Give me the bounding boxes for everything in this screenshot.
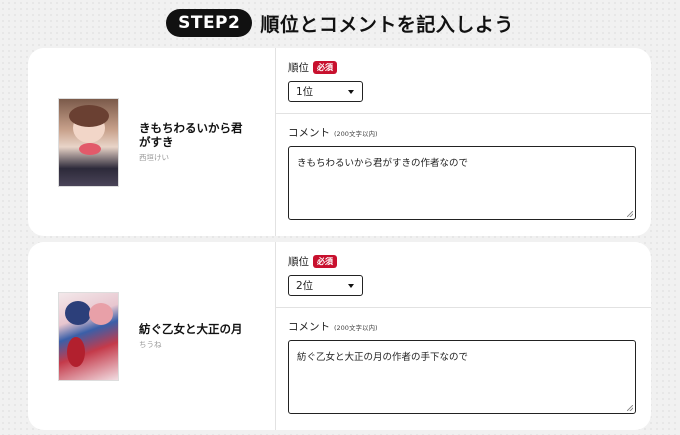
step-badge: STEP2 [166, 9, 253, 37]
step-title: 順位とコメントを記入しよう [260, 13, 514, 36]
ranking-form: 順位 必須 1位 コメント (200文字以内) きもちわるいから君がすきの作者な… [276, 48, 651, 236]
comment-section: コメント (200文字以内) 紡ぐ乙女と大正の月の作者の手下なので [276, 308, 651, 414]
rank-select[interactable]: 1位 [288, 81, 363, 102]
required-badge: 必須 [313, 61, 337, 74]
dropdown-caret-icon [348, 89, 354, 94]
rank-select-value: 2位 [296, 280, 314, 292]
comment-label: コメント [288, 321, 330, 333]
rank-section: 順位 必須 2位 [276, 242, 651, 308]
rank-select[interactable]: 2位 [288, 275, 363, 296]
comment-limit-note: (200文字以内) [334, 129, 378, 138]
required-badge: 必須 [313, 255, 337, 268]
comment-textarea[interactable]: 紡ぐ乙女と大正の月の作者の手下なので [288, 340, 636, 414]
comment-label: コメント [288, 127, 330, 139]
rank-select-value: 1位 [296, 86, 314, 98]
ranking-form: 順位 必須 2位 コメント (200文字以内) 紡ぐ乙女と大正の月の作者の手下な… [276, 242, 651, 430]
book-cover-image [58, 291, 119, 381]
book-title: 紡ぐ乙女と大正の月 [139, 322, 243, 336]
comment-section: コメント (200文字以内) きもちわるいから君がすきの作者なので [276, 114, 651, 220]
step-header: STEP2 順位とコメントを記入しよう [0, 8, 680, 38]
comment-text: 紡ぐ乙女と大正の月の作者の手下なので [297, 352, 469, 363]
book-title: きもちわるいから君がすき [139, 121, 243, 149]
dropdown-caret-icon [348, 283, 354, 288]
comment-text: きもちわるいから君がすきの作者なので [297, 158, 469, 169]
book-info: きもちわるいから君がすき 西垣けい [28, 48, 276, 236]
book-author: 西垣けい [139, 153, 169, 162]
book-author: ちうね [139, 340, 162, 349]
book-cover-image [58, 97, 119, 187]
ranking-card: きもちわるいから君がすき 西垣けい 順位 必須 1位 コメント (200文字以内… [28, 48, 651, 236]
rank-label: 順位 [288, 256, 309, 268]
ranking-card: 紡ぐ乙女と大正の月 ちうね 順位 必須 2位 コメント (200文字以内) 紡ぐ… [28, 242, 651, 430]
resize-grip-icon[interactable] [627, 405, 633, 411]
comment-textarea[interactable]: きもちわるいから君がすきの作者なので [288, 146, 636, 220]
comment-limit-note: (200文字以内) [334, 323, 378, 332]
book-info: 紡ぐ乙女と大正の月 ちうね [28, 242, 276, 430]
resize-grip-icon[interactable] [627, 211, 633, 217]
rank-section: 順位 必須 1位 [276, 48, 651, 114]
rank-label: 順位 [288, 62, 309, 74]
